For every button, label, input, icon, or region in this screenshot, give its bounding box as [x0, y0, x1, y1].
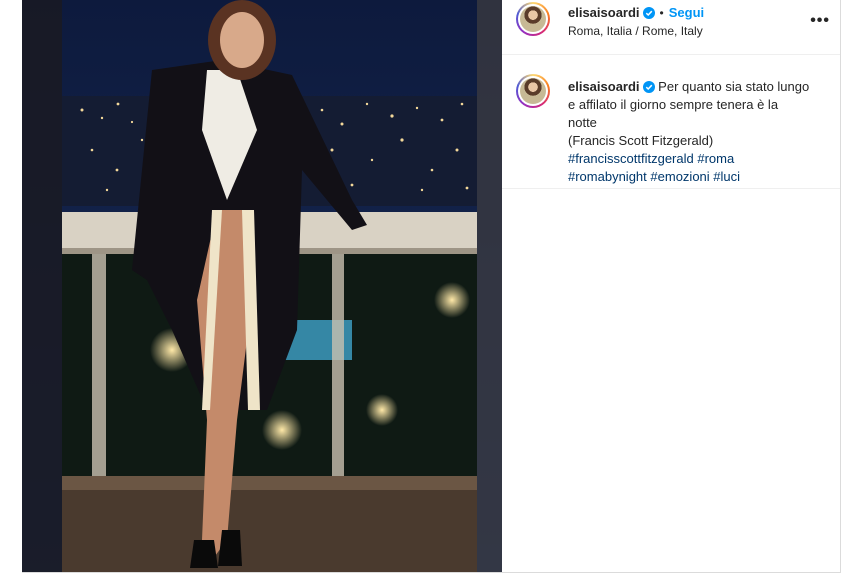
night-terrace-photo — [22, 0, 502, 572]
avatar-image — [520, 6, 546, 32]
more-horizontal-icon[interactable]: ••• — [810, 12, 830, 30]
post-photo[interactable] — [22, 0, 502, 572]
caption-line-2: e affilato il giorno sempre tenera è la — [568, 97, 779, 112]
comments-divider — [502, 188, 840, 189]
caption-line-4: (Francis Scott Fitzgerald) — [568, 133, 714, 148]
caption-avatar[interactable] — [516, 74, 550, 108]
hashtag-list: #francisscottfitzgerald #roma #romabynig… — [568, 151, 740, 184]
header-user-row: elisaisoardi • Segui — [568, 4, 704, 22]
author-username[interactable]: elisaisoardi — [568, 5, 640, 20]
post-side-panel: elisaisoardi • Segui Roma, Italia / Rome, … — [502, 0, 840, 572]
hashtag-link[interactable]: #romabynight — [568, 169, 647, 184]
hashtag-link[interactable]: #luci — [713, 169, 740, 184]
follow-button[interactable]: Segui — [669, 5, 704, 20]
hashtag-link[interactable]: #roma — [697, 151, 734, 166]
caption-username[interactable]: elisaisoardi — [568, 79, 640, 94]
post-location[interactable]: Roma, Italia / Rome, Italy — [568, 24, 703, 38]
hashtag-link[interactable]: #francisscottfitzgerald — [568, 151, 694, 166]
hashtag-link[interactable]: #emozioni — [650, 169, 709, 184]
post-caption: elisaisoardi Per quanto sia stato lungo … — [568, 78, 830, 186]
verified-badge-icon — [642, 7, 655, 19]
verified-badge-icon — [642, 81, 655, 93]
post-header: elisaisoardi • Segui Roma, Italia / Rome, … — [502, 0, 840, 55]
caption-line-3: notte — [568, 115, 597, 130]
instagram-post: elisaisoardi • Segui Roma, Italia / Rome, … — [22, 0, 841, 573]
author-avatar[interactable] — [516, 2, 550, 36]
caption-line-1: Per quanto sia stato lungo — [658, 79, 810, 94]
avatar-image — [520, 78, 546, 104]
separator-dot: • — [659, 6, 664, 20]
